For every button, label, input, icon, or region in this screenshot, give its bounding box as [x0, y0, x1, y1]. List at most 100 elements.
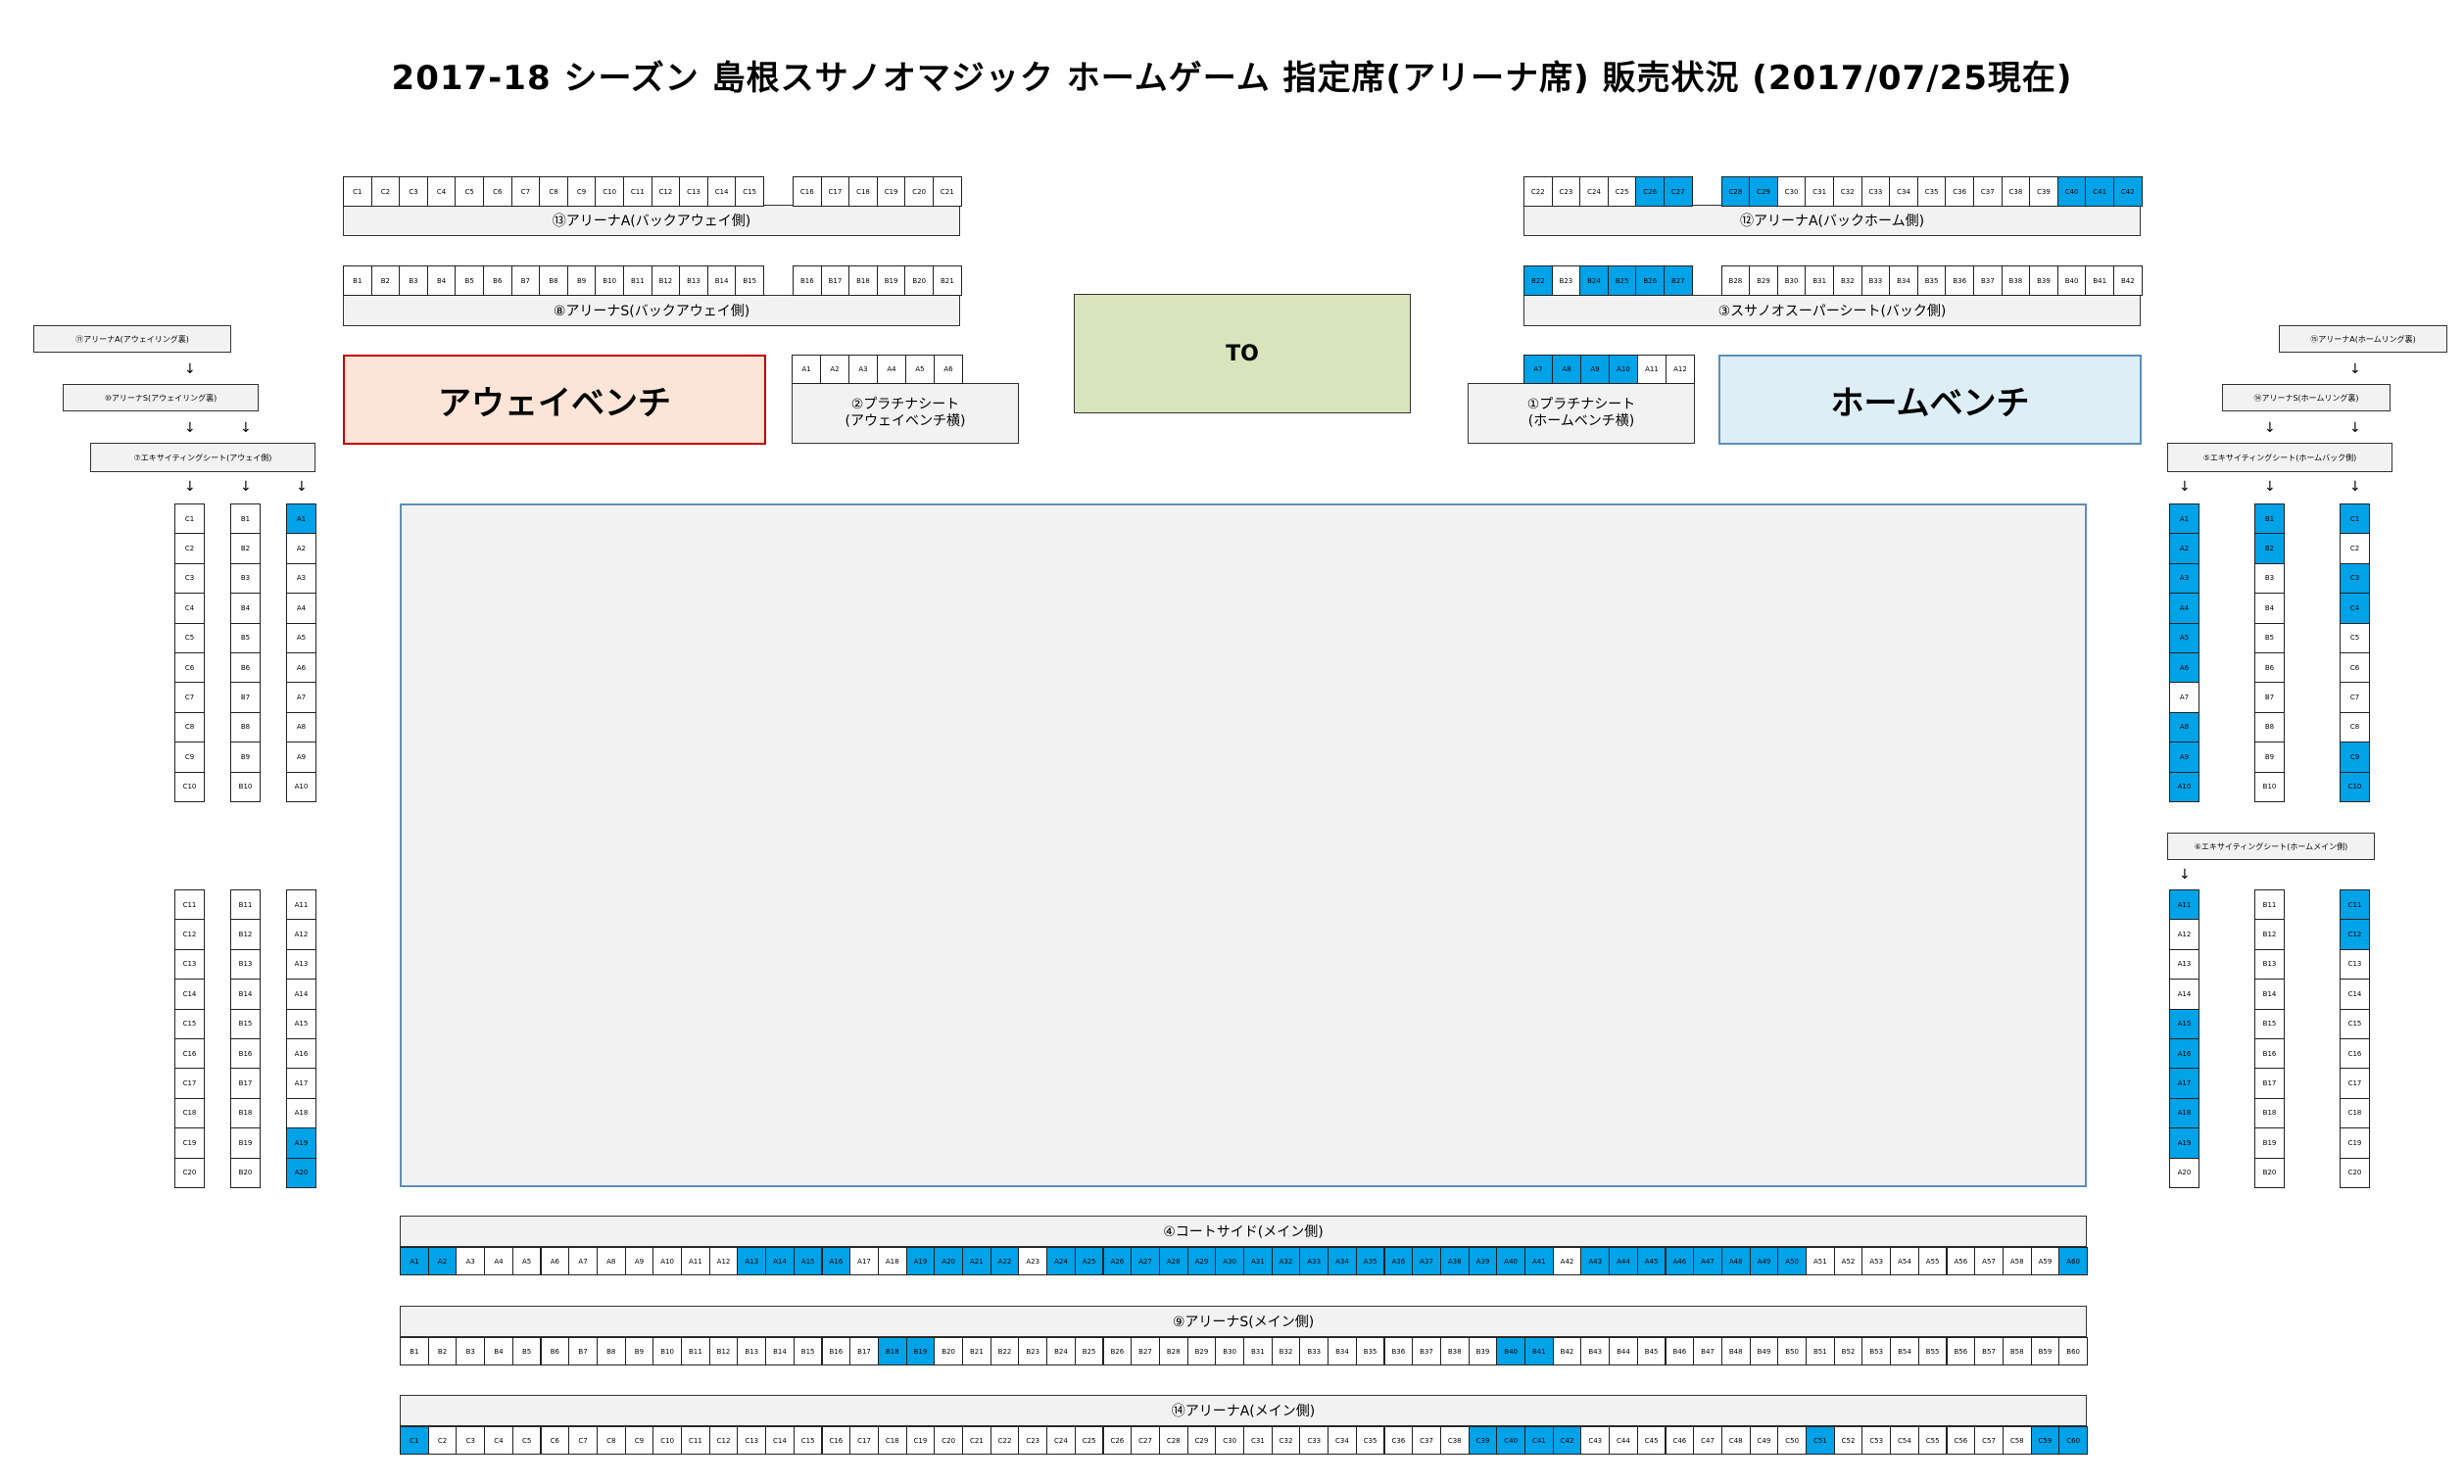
seat-rb1-B9[interactable]: B9	[2254, 742, 2285, 773]
seat-r12-C26[interactable]: C26	[1635, 176, 1665, 207]
seat-r12-C23[interactable]: C23	[1551, 176, 1581, 207]
seat-r3-B35[interactable]: B35	[1916, 265, 1947, 296]
seat-r9-B31[interactable]: B31	[1243, 1337, 1273, 1365]
seat-r3-B29[interactable]: B29	[1749, 265, 1778, 296]
seat-r13-C12[interactable]: C12	[651, 176, 681, 207]
seat-rc1-C2[interactable]: C2	[2340, 533, 2370, 564]
seat-lc2-C17[interactable]: C17	[174, 1068, 205, 1099]
seat-rb2-B16[interactable]: B16	[2254, 1038, 2285, 1070]
seat-r3-B25[interactable]: B25	[1607, 265, 1637, 296]
seat-r1-A12[interactable]: A12	[1666, 355, 1695, 384]
seat-r4-A23[interactable]: A23	[1018, 1247, 1048, 1275]
seat-r4-A57[interactable]: A57	[1974, 1247, 2004, 1275]
seat-lc1-C9[interactable]: C9	[174, 742, 205, 773]
seat-ra2-A15[interactable]: A15	[2169, 1008, 2199, 1039]
seat-r12-C24[interactable]: C24	[1579, 176, 1609, 207]
seat-r9-B23[interactable]: B23	[1018, 1337, 1048, 1365]
seat-r9-B37[interactable]: B37	[1412, 1337, 1441, 1365]
seat-r14-C41[interactable]: C41	[1524, 1426, 1554, 1455]
seat-rc1-C8[interactable]: C8	[2340, 711, 2370, 743]
seat-lb1-B8[interactable]: B8	[230, 711, 261, 743]
seat-la2-A19[interactable]: A19	[286, 1127, 316, 1159]
seat-r8-B16[interactable]: B16	[793, 265, 822, 296]
seat-lc1-C7[interactable]: C7	[174, 682, 205, 713]
seat-r12-C27[interactable]: C27	[1664, 176, 1693, 207]
seat-r4-A24[interactable]: A24	[1046, 1247, 1076, 1275]
seat-r9-B54[interactable]: B54	[1890, 1337, 1919, 1365]
seat-r1-A7[interactable]: A7	[1523, 355, 1553, 384]
seat-r4-A31[interactable]: A31	[1243, 1247, 1273, 1275]
seat-r12-C22[interactable]: C22	[1523, 176, 1553, 207]
seat-rc2-C19[interactable]: C19	[2340, 1127, 2370, 1159]
seat-r9-B14[interactable]: B14	[765, 1337, 795, 1365]
seat-r14-C50[interactable]: C50	[1777, 1426, 1807, 1455]
seat-r12-C36[interactable]: C36	[1945, 176, 1974, 207]
seat-r4-A22[interactable]: A22	[990, 1247, 1020, 1275]
seat-r8-B12[interactable]: B12	[651, 265, 681, 296]
seat-r9-B44[interactable]: B44	[1609, 1337, 1638, 1365]
seat-r13-C3[interactable]: C3	[399, 176, 428, 207]
seat-r3-B22[interactable]: B22	[1523, 265, 1553, 296]
seat-r9-B34[interactable]: B34	[1328, 1337, 1357, 1365]
seat-r14-C19[interactable]: C19	[905, 1426, 936, 1455]
seat-ra1-A8[interactable]: A8	[2169, 711, 2199, 743]
seat-r8-B7[interactable]: B7	[510, 265, 541, 296]
seat-rc2-C18[interactable]: C18	[2340, 1097, 2370, 1129]
seat-r14-C31[interactable]: C31	[1243, 1426, 1273, 1455]
seat-r14-C48[interactable]: C48	[1720, 1426, 1751, 1455]
seat-r4-A47[interactable]: A47	[1693, 1247, 1722, 1275]
seat-r12-C41[interactable]: C41	[2085, 176, 2114, 207]
seat-lc1-C4[interactable]: C4	[174, 593, 205, 624]
seat-r4-A51[interactable]: A51	[1806, 1247, 1835, 1275]
seat-r13-C21[interactable]: C21	[933, 176, 962, 207]
seat-ra1-A7[interactable]: A7	[2169, 682, 2199, 713]
seat-r14-C27[interactable]: C27	[1131, 1426, 1160, 1455]
seat-r14-C9[interactable]: C9	[624, 1426, 654, 1455]
seat-r4-A46[interactable]: A46	[1665, 1247, 1695, 1275]
seat-lc1-C1[interactable]: C1	[174, 503, 205, 535]
seat-lc2-C20[interactable]: C20	[174, 1157, 205, 1188]
seat-r4-A12[interactable]: A12	[708, 1247, 739, 1275]
seat-r4-A39[interactable]: A39	[1468, 1247, 1498, 1275]
seat-la1-A2[interactable]: A2	[286, 533, 316, 564]
seat-r4-A8[interactable]: A8	[596, 1247, 626, 1275]
seat-r12-C33[interactable]: C33	[1860, 176, 1891, 207]
seat-r4-A33[interactable]: A33	[1299, 1247, 1329, 1275]
seat-la2-A11[interactable]: A11	[286, 889, 316, 921]
seat-r4-A58[interactable]: A58	[2002, 1247, 2032, 1275]
seat-r4-A49[interactable]: A49	[1749, 1247, 1779, 1275]
seat-r8-B17[interactable]: B17	[820, 265, 850, 296]
seat-lb2-B12[interactable]: B12	[230, 919, 261, 950]
seat-ra2-A18[interactable]: A18	[2169, 1097, 2199, 1129]
seat-r14-C54[interactable]: C54	[1890, 1426, 1919, 1455]
seat-r13-C1[interactable]: C1	[343, 176, 372, 207]
seat-la1-A10[interactable]: A10	[286, 771, 316, 802]
seat-r8-B1[interactable]: B1	[343, 265, 372, 296]
seat-lc2-C12[interactable]: C12	[174, 919, 205, 950]
seat-r9-B56[interactable]: B56	[1946, 1337, 1976, 1365]
seat-r4-A28[interactable]: A28	[1158, 1247, 1188, 1275]
seat-r9-B12[interactable]: B12	[708, 1337, 739, 1365]
seat-ra2-A16[interactable]: A16	[2169, 1038, 2199, 1070]
seat-r14-C21[interactable]: C21	[962, 1426, 991, 1455]
seat-rb1-B10[interactable]: B10	[2254, 771, 2285, 802]
seat-r14-C47[interactable]: C47	[1693, 1426, 1722, 1455]
seat-r13-C11[interactable]: C11	[623, 176, 652, 207]
seat-rb1-B8[interactable]: B8	[2254, 711, 2285, 743]
seat-lb2-B15[interactable]: B15	[230, 1008, 261, 1039]
seat-r4-A14[interactable]: A14	[765, 1247, 795, 1275]
seat-lb1-B5[interactable]: B5	[230, 622, 261, 653]
seat-r9-B1[interactable]: B1	[400, 1337, 429, 1365]
seat-rc2-C14[interactable]: C14	[2340, 979, 2370, 1010]
seat-rc1-C4[interactable]: C4	[2340, 593, 2370, 624]
seat-lb2-B11[interactable]: B11	[230, 889, 261, 921]
seat-r14-C45[interactable]: C45	[1636, 1426, 1667, 1455]
seat-r4-A55[interactable]: A55	[1917, 1247, 1948, 1275]
seat-r14-C4[interactable]: C4	[484, 1426, 513, 1455]
seat-lc2-C15[interactable]: C15	[174, 1008, 205, 1039]
seat-r9-B49[interactable]: B49	[1749, 1337, 1779, 1365]
seat-r3-B33[interactable]: B33	[1860, 265, 1891, 296]
seat-r4-A4[interactable]: A4	[484, 1247, 513, 1275]
seat-r3-B32[interactable]: B32	[1833, 265, 1862, 296]
seat-la1-A5[interactable]: A5	[286, 622, 316, 653]
